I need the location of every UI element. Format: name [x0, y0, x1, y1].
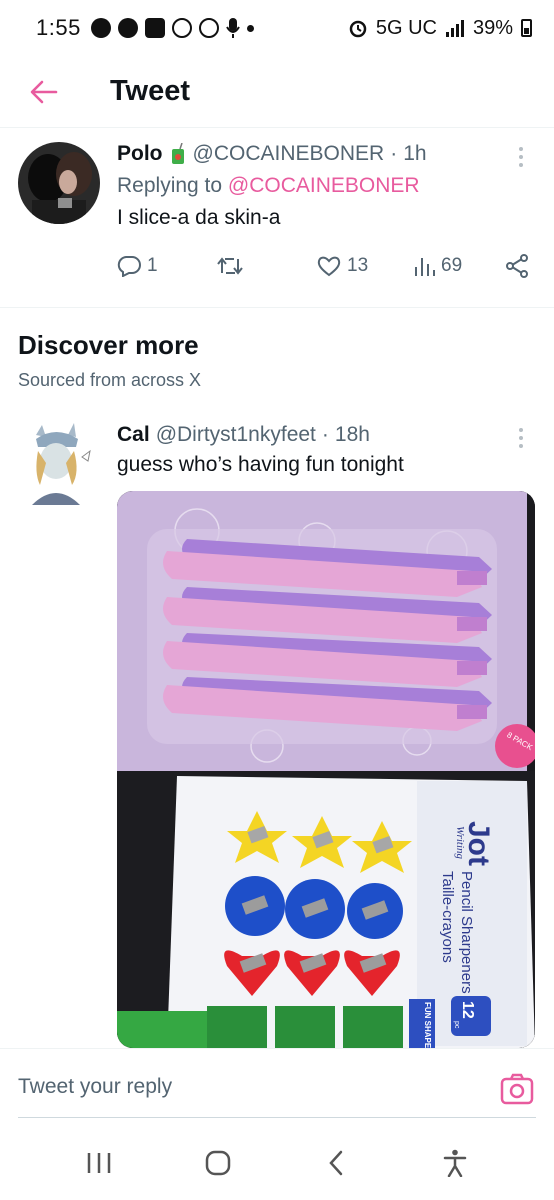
microphone-icon — [225, 18, 240, 38]
meta-separator: · — [321, 423, 329, 446]
notification-icon — [90, 18, 111, 38]
fun-shapes-badge: FUN SHAPES — [423, 1002, 432, 1048]
signal-icon — [445, 20, 464, 37]
page-title: Tweet — [110, 75, 191, 107]
author-handle[interactable]: @Dirtyst1nkyfeet — [156, 423, 316, 447]
status-bar: 1:55 5G UC 39% — [0, 0, 554, 56]
product-title-en: Pencil Sharpeners — [458, 871, 475, 994]
like-button[interactable]: 13 — [317, 255, 413, 277]
reply-underline — [18, 1117, 536, 1118]
app-notification-icon — [144, 18, 165, 38]
more-options-button[interactable] — [506, 142, 536, 172]
page-header: Tweet — [0, 56, 554, 128]
views-button[interactable]: 69 — [413, 255, 505, 277]
home-button[interactable] — [188, 1138, 248, 1188]
more-options-button[interactable] — [506, 423, 536, 453]
account-icon — [117, 18, 138, 38]
status-right: 5G UC 39% — [348, 17, 532, 40]
discover-subtitle: Sourced from across X — [18, 370, 202, 390]
like-count: 13 — [347, 255, 369, 276]
battery-percent: 39% — [472, 16, 513, 39]
count-unit-text: pc — [453, 1021, 460, 1029]
analytics-icon — [415, 258, 435, 276]
retweet-icon — [217, 257, 243, 275]
author-handle[interactable]: @COCAINEBONER — [193, 142, 385, 166]
tweet-body: Polo @COCAINEBONER · 1h Replying to @COC… — [117, 142, 536, 278]
replying-to: Replying to @COCAINEBONER — [117, 174, 536, 198]
accessibility-button[interactable] — [425, 1138, 485, 1188]
replying-to-handle[interactable]: @COCAINEBONER — [228, 174, 420, 197]
replying-to-label: Replying to — [117, 174, 223, 197]
juice-box-icon — [171, 143, 184, 164]
tweet-text: guess who’s having fun tonight — [117, 453, 404, 476]
view-count: 69 — [441, 255, 463, 276]
sync-icon — [171, 18, 192, 38]
author-name[interactable]: Polo — [117, 142, 163, 166]
network-type: 5G UC — [375, 16, 437, 39]
camera-button[interactable] — [500, 1073, 534, 1105]
tweet-time[interactable]: 18h — [335, 423, 370, 447]
author-name[interactable]: Cal — [117, 423, 150, 447]
avatar[interactable] — [18, 142, 100, 224]
reply-tweet[interactable]: Polo @COCAINEBONER · 1h Replying to @COC… — [0, 142, 554, 278]
reply-count: 1 — [147, 255, 158, 276]
alarm-icon — [349, 20, 367, 38]
tweet-meta: Cal @Dirtyst1nkyfeet · 18h — [117, 423, 536, 447]
recent-apps-icon — [88, 1153, 111, 1173]
section-divider — [0, 307, 554, 308]
reply-input[interactable]: Tweet your reply — [18, 1075, 458, 1099]
reply-icon — [117, 256, 141, 277]
reply-composer: Tweet your reply — [0, 1048, 554, 1126]
smile-icon — [198, 18, 219, 38]
tweet-actions: 1 13 69 — [117, 254, 536, 278]
tweet-time[interactable]: 1h — [403, 142, 426, 166]
media-photo: 8 PACK Jot Writing Pencil Sharpeners Tai… — [117, 491, 535, 1048]
system-nav-bar — [0, 1126, 554, 1200]
heart-icon — [317, 256, 341, 277]
battery-icon — [521, 19, 532, 37]
home-icon — [205, 1150, 230, 1176]
camera-icon — [500, 1073, 534, 1105]
share-icon — [506, 254, 528, 278]
status-time: 1:55 — [36, 15, 81, 40]
meta-separator: · — [390, 142, 398, 165]
chevron-left-icon — [329, 1150, 343, 1176]
tweet-media-image[interactable]: 8 PACK Jot Writing Pencil Sharpeners Tai… — [117, 491, 535, 1048]
share-button[interactable] — [505, 254, 529, 278]
tweet-meta: Polo @COCAINEBONER · 1h — [117, 142, 536, 166]
notification-icons — [90, 17, 254, 39]
back-arrow-icon — [30, 80, 58, 103]
accessibility-icon — [443, 1149, 466, 1177]
back-button[interactable] — [14, 62, 74, 122]
avatar[interactable] — [18, 423, 100, 505]
tweet-text: I slice-a da skin-a — [117, 206, 281, 229]
recent-apps-button[interactable] — [69, 1138, 129, 1188]
brand-sub-text: Writing — [454, 826, 466, 860]
more-notifications-icon — [246, 24, 254, 32]
count-text: 12 — [459, 1001, 476, 1019]
reply-button[interactable]: 1 — [117, 255, 217, 277]
back-nav-button[interactable] — [306, 1138, 366, 1188]
discover-title: Discover more — [18, 330, 199, 360]
retweet-button[interactable] — [217, 256, 317, 276]
product-title-fr: Taille-crayons — [439, 871, 456, 963]
